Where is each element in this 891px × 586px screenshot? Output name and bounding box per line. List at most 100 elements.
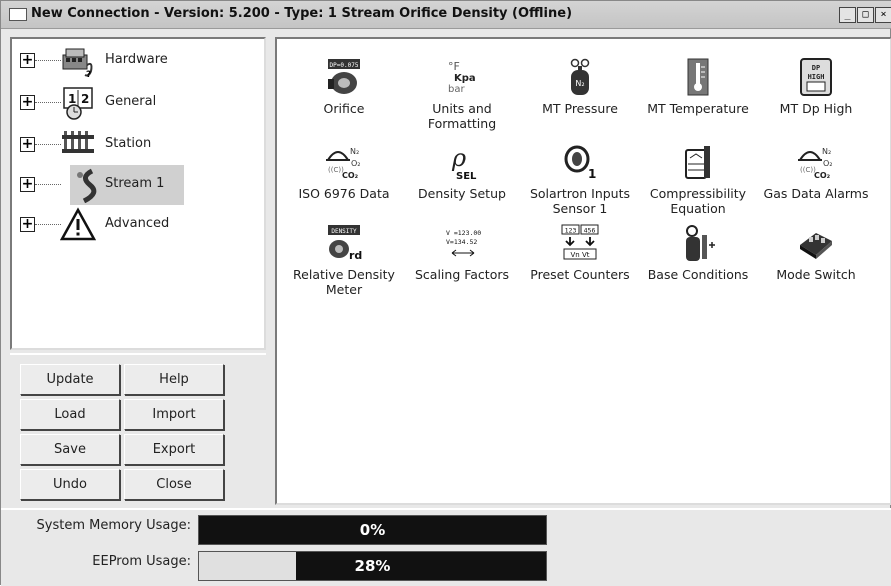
- svg-text:N₂: N₂: [575, 79, 584, 88]
- action-button-panel: Update Help Load Import Save Export Undo…: [10, 353, 266, 505]
- svg-text:V=134.52: V=134.52: [446, 238, 477, 246]
- mt-dp-high-item[interactable]: DP HIGH MT Dp High: [757, 57, 875, 116]
- counter-icon: 123 456 Vn Vt: [561, 224, 599, 260]
- scaling-factors-item[interactable]: V =123.00 V=134.52 Scaling Factors: [403, 223, 521, 282]
- svg-text:2: 2: [81, 92, 89, 106]
- tree-item-label: Hardware: [105, 52, 168, 67]
- svg-text:123: 123: [565, 227, 577, 235]
- close-window-button[interactable]: ×: [875, 7, 891, 23]
- window-controls: _ □ ×: [839, 7, 891, 23]
- tree-connector: [35, 184, 61, 185]
- base-conditions-item[interactable]: Base Conditions: [639, 223, 757, 282]
- units-label: Units and Formatting: [427, 101, 497, 131]
- tree-connector: [35, 224, 61, 225]
- system-memory-value: 0%: [359, 521, 386, 539]
- stream-icon: [77, 168, 97, 203]
- save-button[interactable]: Save: [20, 434, 120, 465]
- mt-dp-high-label: MT Dp High: [779, 101, 853, 116]
- title-bar[interactable]: New Connection - Version: 5.200 - Type: …: [1, 1, 891, 29]
- update-button[interactable]: Update: [20, 364, 120, 395]
- close-button[interactable]: Close: [124, 469, 224, 500]
- svg-text:O₂: O₂: [823, 159, 833, 168]
- svg-text:O₂: O₂: [351, 159, 361, 168]
- memory-usage-area: System Memory Usage: 0% EEProm Usage: 28…: [1, 508, 891, 586]
- hardware-icon: ?: [62, 48, 93, 79]
- navigation-tree: + ? Hardware + 1 2 General + Station + S…: [10, 37, 266, 350]
- solartron-inputs-label: Solartron Inputs Sensor 1: [529, 186, 631, 216]
- tree-item-label: General: [105, 94, 157, 109]
- tree-item-label: Stream 1: [105, 176, 165, 191]
- iso-6976-label: ISO 6976 Data: [298, 186, 390, 201]
- iso-6976-item[interactable]: N₂ O₂ CO₂ ((C)) ISO 6976 Data: [285, 142, 403, 201]
- density-meter-icon: DENSITY rd: [328, 225, 362, 262]
- maximize-button[interactable]: □: [857, 7, 874, 23]
- import-button[interactable]: Import: [124, 399, 224, 430]
- compressibility-item[interactable]: Compressibility Equation: [639, 142, 757, 216]
- mt-pressure-item[interactable]: N₂ MT Pressure: [521, 57, 639, 116]
- undo-button[interactable]: Undo: [20, 469, 120, 500]
- tree-item-stream-1[interactable]: + Stream 1: [12, 165, 252, 205]
- window-app-icon: [9, 8, 27, 21]
- svg-text:CO₂: CO₂: [814, 171, 831, 180]
- mt-temperature-label: MT Temperature: [647, 101, 749, 116]
- tree-item-station[interactable]: + Station: [12, 125, 252, 165]
- svg-text:DP=0.075: DP=0.075: [330, 62, 359, 69]
- tree-connector: [35, 144, 61, 145]
- svg-text:((C)): ((C)): [800, 166, 816, 174]
- svg-text:1: 1: [68, 92, 76, 106]
- mt-pressure-label: MT Pressure: [542, 101, 618, 116]
- density-setup-item[interactable]: ρ SEL Density Setup: [403, 142, 521, 201]
- tree-item-hardware[interactable]: + ? Hardware: [12, 41, 252, 81]
- gas-alarm-icon: N₂ O₂ CO₂ ((C)): [798, 147, 833, 180]
- tree-connector: [35, 102, 61, 103]
- minimize-button[interactable]: _: [839, 7, 856, 23]
- tree-expand-icon[interactable]: +: [20, 137, 35, 152]
- orifice-item[interactable]: DP=0.075 Orifice: [285, 57, 403, 116]
- scaling-factors-label: Scaling Factors: [414, 267, 510, 282]
- load-button[interactable]: Load: [20, 399, 120, 430]
- compressibility-icon: [685, 146, 710, 179]
- solartron-inputs-item[interactable]: 1 Solartron Inputs Sensor 1: [521, 142, 639, 216]
- gas-data-alarms-item[interactable]: N₂ O₂ CO₂ ((C)) Gas Data Alarms: [757, 142, 875, 201]
- mode-switch-item[interactable]: Mode Switch: [757, 223, 875, 282]
- tree-item-advanced[interactable]: + Advanced: [12, 205, 252, 245]
- base-conditions-label: Base Conditions: [647, 267, 749, 282]
- tree-expand-icon[interactable]: +: [20, 95, 35, 110]
- preset-counters-item[interactable]: 123 456 Vn Vt Preset Counters: [521, 223, 639, 282]
- tree-item-general[interactable]: + 1 2 General: [12, 83, 252, 123]
- orifice-label: Orifice: [323, 101, 365, 116]
- connection-window: New Connection - Version: 5.200 - Type: …: [0, 0, 891, 586]
- general-icon: 1 2: [63, 87, 93, 120]
- relative-density-meter-label: Relative Density Meter: [293, 267, 395, 297]
- svg-text:Kpa: Kpa: [454, 73, 476, 84]
- tree-expand-icon[interactable]: +: [20, 53, 35, 68]
- mode-switch-label: Mode Switch: [776, 267, 856, 282]
- base-conditions-icon: [686, 225, 715, 261]
- density-setup-label: Density Setup: [418, 186, 506, 201]
- orifice-icon: DP=0.075: [328, 59, 360, 94]
- preset-counters-label: Preset Counters: [530, 267, 630, 282]
- tree-expand-icon[interactable]: +: [20, 177, 35, 192]
- export-button[interactable]: Export: [124, 434, 224, 465]
- gas-composition-icon: N₂ O₂ CO₂ ((C)): [326, 147, 361, 180]
- units-item[interactable]: °F Kpa bar Units and Formatting: [403, 57, 521, 131]
- svg-text:DENSITY: DENSITY: [331, 228, 357, 235]
- svg-text:Vn Vt: Vn Vt: [571, 251, 590, 259]
- dp-high-icon: DP HIGH: [800, 58, 832, 96]
- gas-data-alarms-label: Gas Data Alarms: [763, 186, 869, 201]
- system-memory-bar: 0%: [198, 515, 547, 545]
- mt-temperature-item[interactable]: MT Temperature: [639, 57, 757, 116]
- tree-expand-icon[interactable]: +: [20, 217, 35, 232]
- pressure-sensor-icon: N₂: [570, 58, 590, 95]
- svg-text:1: 1: [588, 167, 596, 181]
- station-icon: [62, 131, 94, 153]
- svg-text:rd: rd: [349, 249, 362, 262]
- svg-text:CO₂: CO₂: [342, 171, 359, 180]
- eeprom-value: 28%: [354, 557, 391, 575]
- relative-density-meter-item[interactable]: DENSITY rd Relative Density Meter: [285, 223, 403, 297]
- eeprom-bar: 28%: [198, 551, 547, 581]
- svg-text:456: 456: [584, 227, 596, 235]
- help-button[interactable]: Help: [124, 364, 224, 395]
- compressibility-label: Compressibility Equation: [649, 186, 747, 216]
- thermometer-icon: [687, 58, 709, 96]
